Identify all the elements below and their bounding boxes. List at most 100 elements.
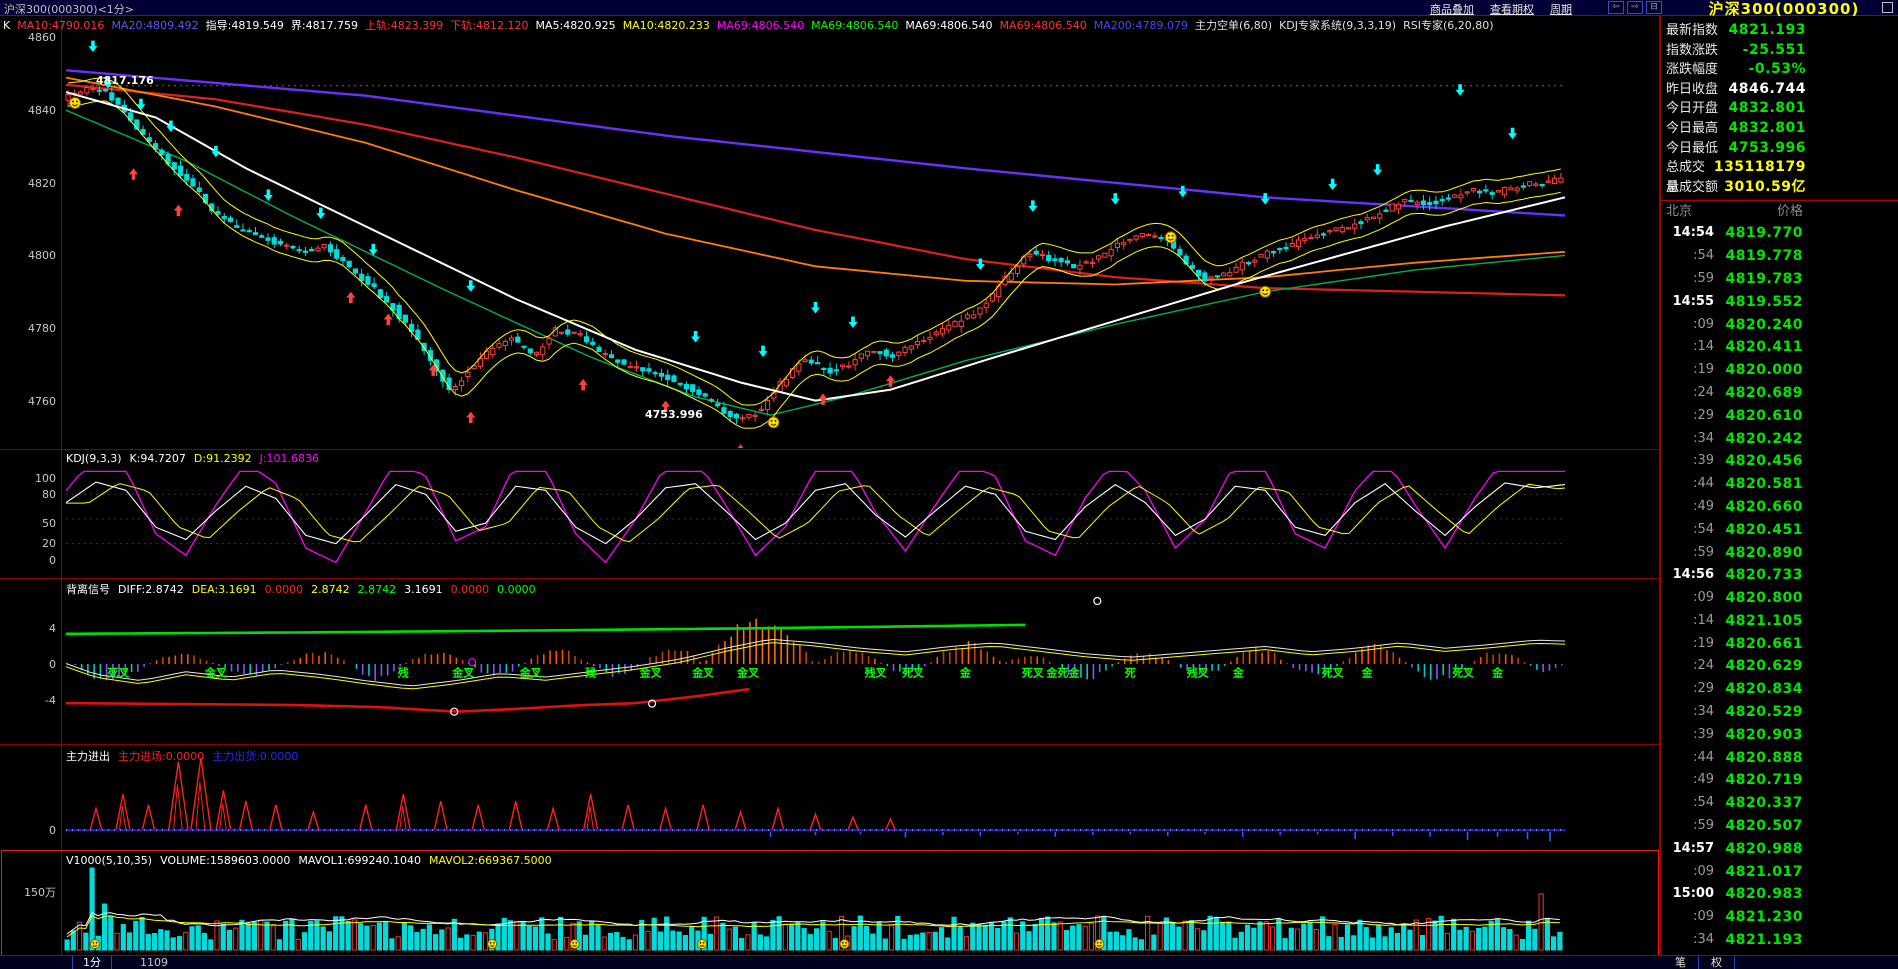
- back-icon[interactable]: ⇦: [1608, 1, 1624, 14]
- y-axis-label: 4840: [28, 104, 56, 117]
- sell-arrow-icon: [1178, 185, 1188, 198]
- tick-time: :14: [1693, 339, 1714, 355]
- tick-time: :59: [1693, 270, 1714, 286]
- header-value: MA5:4820.925: [535, 19, 616, 32]
- tick-price: 4820.903: [1725, 726, 1803, 743]
- quote-list-header: 北京 价格: [1661, 201, 1898, 222]
- info-row: 涨跌幅度 -0.53%: [1661, 60, 1898, 80]
- tick-time: 14:56: [1672, 567, 1714, 583]
- cross-signal-label: 死叉: [107, 667, 130, 680]
- header-value: 主力空单(6,80): [1195, 19, 1273, 32]
- tick-row: :49 4820.660: [1661, 496, 1898, 519]
- tick-time: :19: [1693, 635, 1714, 651]
- tick-price: 4820.000: [1725, 362, 1803, 379]
- info-row: 指数涨跌 -25.551: [1661, 41, 1898, 61]
- tick-row: 14:55 4819.552: [1661, 291, 1898, 314]
- band-lower: [67, 100, 1561, 429]
- sell-arrow-icon: [1373, 164, 1383, 176]
- ma-line-orange: [65, 76, 1566, 286]
- cross-signal-label: 金叉: [639, 666, 663, 680]
- header-value: 2.8742: [311, 583, 350, 596]
- tick-row: :34 4821.193: [1661, 929, 1898, 952]
- bottom-tab[interactable]: 权: [1699, 956, 1735, 969]
- bottom-tabs: 笔权: [1663, 956, 1735, 969]
- col-time-label: 北京: [1666, 204, 1693, 220]
- tick-row: :24 4820.629: [1661, 655, 1898, 678]
- info-value: 4821.193: [1728, 22, 1806, 38]
- low-annotation: 4753.996: [645, 408, 703, 421]
- info-label: 今日最低: [1666, 140, 1719, 156]
- tick-row: :24 4820.689: [1661, 382, 1898, 405]
- ma-line-violet: [65, 69, 1566, 217]
- tick-price: 4819.552: [1725, 293, 1803, 310]
- y-axis-label: 100: [35, 472, 56, 485]
- bottom-tab[interactable]: 笔: [1663, 956, 1699, 969]
- buy-arrow-icon: [128, 168, 138, 180]
- tick-price: 4820.610: [1725, 407, 1803, 424]
- sell-arrow-icon: [88, 40, 98, 53]
- kdj-chart[interactable]: [0, 450, 1659, 578]
- tick-row: :54 4820.337: [1661, 792, 1898, 815]
- header-value: 下轨:4812.120: [450, 19, 529, 32]
- cross-signal-label: 死叉: [1322, 667, 1345, 680]
- divergence-chart[interactable]: 死叉 金叉残金叉 金叉残金叉 金叉 金叉 残叉 死叉金死叉 金死金死残叉金死叉金死叉金: [0, 579, 1659, 744]
- menu-item[interactable]: 商品叠加: [1430, 1, 1474, 17]
- tick-time: 14:55: [1672, 293, 1714, 309]
- y-axis-label: 4760: [28, 395, 56, 408]
- header-value: MA20:4809.492: [111, 19, 199, 32]
- tick-time: 15:00: [1672, 886, 1714, 902]
- header-value: MAVOL1:699240.1040: [298, 854, 421, 867]
- cross-signal-label: 金死金: [1045, 666, 1080, 680]
- k-line: [65, 481, 1566, 545]
- window-buttons: ⇦ ⇨ ⊟: [1608, 1, 1662, 14]
- y-axis-label: -4: [45, 694, 56, 707]
- indicator-header: K MA10:4790.016 MA20:4809.492 指导:4819.549 界:…: [3, 17, 1657, 33]
- tick-list[interactable]: 14:54 4819.770:54 4819.778:59 4819.783 14:55…: [1661, 222, 1898, 952]
- cross-signal-label: 金: [1491, 666, 1504, 680]
- buy-arrow-icon: [173, 204, 183, 217]
- ma-line-green: [65, 109, 1566, 416]
- tick-time: :24: [1693, 384, 1714, 400]
- header-value: RSI专家(6,20,80): [1403, 19, 1494, 32]
- header-value: 3.1691: [404, 583, 443, 596]
- cross-signal-label: 金叉: [204, 666, 228, 680]
- titlebar: 沪深300(000300)<1分> 商品叠加 查看期权 周期 ⇦ ⇨ ⊟ 沪深300(0…: [0, 0, 1898, 18]
- info-value: 4846.744: [1728, 80, 1806, 97]
- menu-item[interactable]: 周期: [1550, 1, 1572, 17]
- tick-price: 4820.733: [1725, 567, 1803, 584]
- sell-arrow-icon: [758, 345, 768, 358]
- smiley-icon: [1164, 231, 1177, 244]
- tile-window-icon[interactable]: ⊟: [1646, 1, 1662, 14]
- tick-row: 14:54 4819.770: [1661, 222, 1898, 245]
- volume-header: V1000(5,10,35) VOLUME:1589603.0000 MAVOL1:…: [66, 854, 560, 867]
- menu-item[interactable]: 查看期权: [1490, 1, 1534, 17]
- tick-price: 4820.240: [1725, 316, 1803, 333]
- info-value: 4753.996: [1728, 139, 1806, 156]
- info-row: 最新指数 4821.193: [1661, 21, 1898, 41]
- header-value: 0.0000: [450, 583, 490, 596]
- sell-arrow-icon: [316, 207, 326, 220]
- forward-icon[interactable]: ⇨: [1627, 1, 1643, 14]
- header-value: V1000(5,10,35): [66, 854, 153, 867]
- cross-signal-label: 死叉: [1022, 667, 1045, 680]
- tick-time: :34: [1693, 430, 1714, 446]
- period-tab[interactable]: 1分: [72, 956, 112, 969]
- cross-signal-label: 金叉: [451, 666, 475, 680]
- main-price-chart[interactable]: [0, 34, 1659, 448]
- tick-price: 4820.411: [1725, 339, 1803, 356]
- signal-circle-icon: [1093, 596, 1102, 606]
- y-axis-label: 0: [49, 658, 56, 671]
- header-value: 0.0000: [264, 583, 304, 596]
- info-row: 今日开盘 4832.801: [1661, 99, 1898, 119]
- zero-line: [66, 829, 1565, 832]
- header-value: 界:4817.759: [290, 19, 359, 32]
- tick-row: :19 4820.661: [1661, 633, 1898, 656]
- tick-row: :14 4820.411: [1661, 336, 1898, 359]
- header-value: MA10:4820.233: [622, 19, 710, 32]
- maximize-icon[interactable]: [1882, 2, 1893, 13]
- header-value: 指导:4819.549: [205, 19, 284, 32]
- cross-signal-label: 死叉: [1452, 667, 1475, 680]
- cross-signal-label: 残叉: [864, 666, 887, 680]
- tick-time: :34: [1693, 932, 1714, 948]
- header-value: 上轨:4823.399: [365, 19, 444, 32]
